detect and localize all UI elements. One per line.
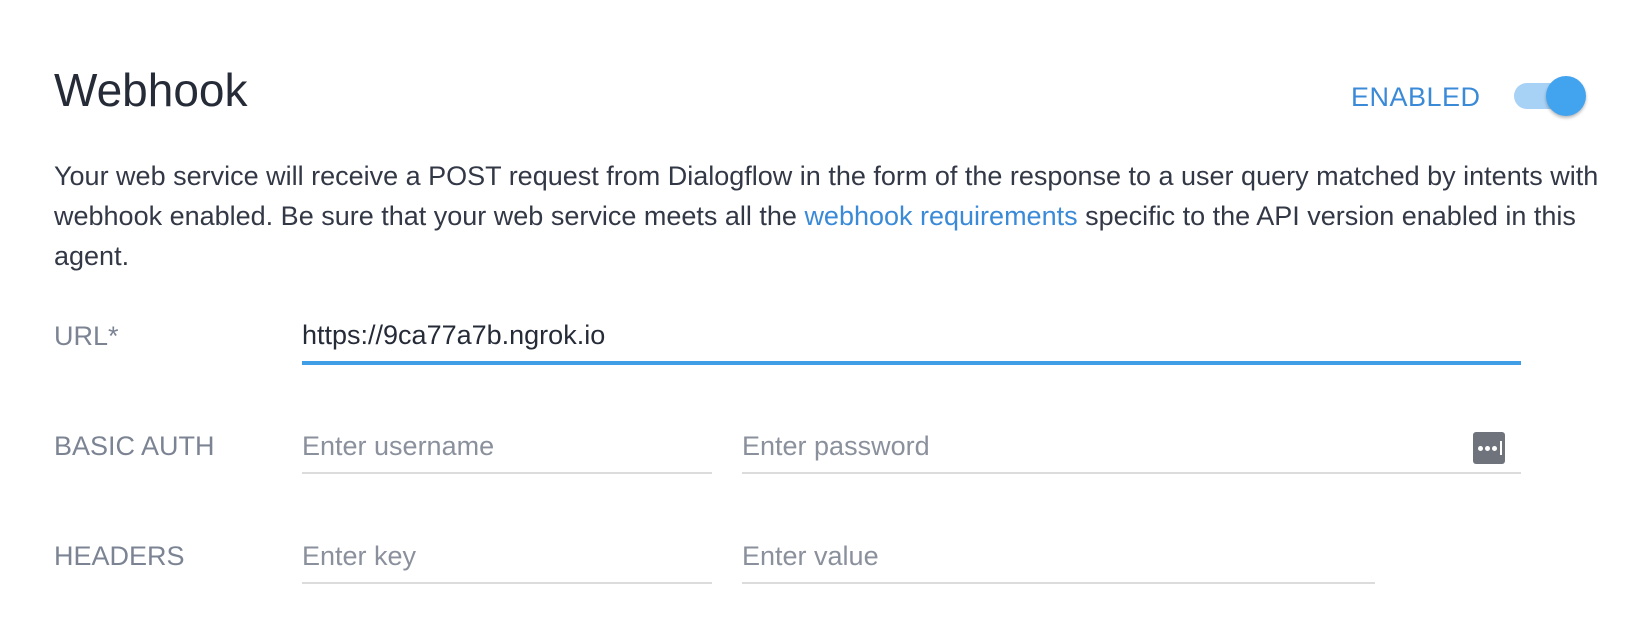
url-label: URL* (54, 321, 119, 351)
header-key-field (302, 534, 712, 584)
header-value-input[interactable] (742, 534, 1375, 578)
url-input[interactable] (302, 313, 1521, 357)
webhook-enabled-toggle[interactable] (1514, 76, 1586, 118)
password-field (742, 424, 1521, 474)
toggle-thumb (1546, 76, 1586, 116)
password-input[interactable] (742, 424, 1462, 468)
basic-auth-label: BASIC AUTH (54, 431, 215, 461)
header-key-input[interactable] (302, 534, 712, 578)
headers-label: HEADERS (54, 541, 185, 571)
url-field (302, 313, 1521, 365)
webhook-description: Your web service will receive a POST req… (54, 156, 1614, 276)
header-value-field (742, 534, 1375, 584)
username-input[interactable] (302, 424, 712, 468)
username-field (302, 424, 712, 474)
webhook-status-label: ENABLED (1351, 82, 1481, 112)
webhook-requirements-link[interactable]: webhook requirements (804, 201, 1077, 231)
password-manager-icon[interactable] (1473, 432, 1505, 464)
page-title: Webhook (54, 64, 248, 116)
